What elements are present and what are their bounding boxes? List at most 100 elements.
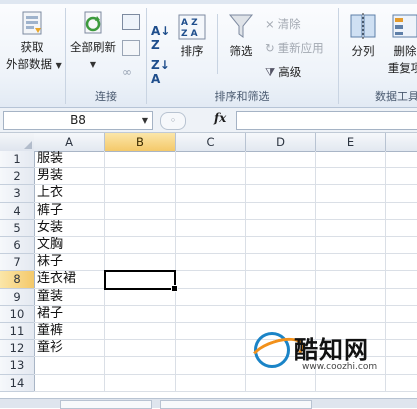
cell[interactable] (316, 219, 386, 237)
cell[interactable] (386, 237, 417, 255)
active-cell-selection[interactable] (104, 270, 178, 292)
row-header[interactable]: 9 (0, 288, 35, 306)
row-header[interactable]: 13 (0, 357, 35, 375)
cell[interactable] (105, 219, 176, 237)
row-header[interactable]: 5 (0, 219, 35, 237)
cell[interactable] (246, 202, 316, 220)
edit-links-icon[interactable]: ∞ (122, 66, 138, 78)
cell[interactable] (386, 254, 417, 272)
cell[interactable] (176, 323, 246, 341)
cell[interactable] (105, 374, 176, 392)
cell[interactable] (105, 305, 176, 323)
cell[interactable] (316, 168, 386, 186)
row-header[interactable]: 11 (0, 323, 35, 341)
cell[interactable] (105, 202, 176, 220)
cell[interactable] (386, 271, 417, 289)
cell[interactable] (246, 185, 316, 203)
select-all-button[interactable] (0, 133, 35, 152)
cell-a[interactable]: 连衣裙 (34, 271, 105, 289)
advanced-filter-button[interactable]: ⧩ 高级 (265, 64, 301, 80)
row-header[interactable]: 14 (0, 374, 35, 392)
row-header[interactable]: 8 (0, 271, 35, 289)
cell[interactable] (176, 237, 246, 255)
row-header[interactable]: 12 (0, 340, 35, 358)
clear-filter-button[interactable]: ⨯ 清除 (265, 16, 301, 32)
cell-a[interactable] (34, 357, 105, 375)
formula-bar-resize-handle[interactable]: ◦ (160, 112, 186, 130)
sort-button[interactable]: A Z Z A 排序 (173, 14, 211, 60)
cell[interactable] (105, 323, 176, 341)
cell[interactable] (246, 271, 316, 289)
cell[interactable] (316, 151, 386, 169)
cell[interactable] (176, 374, 246, 392)
filter-button[interactable]: 筛选 (223, 12, 259, 60)
cell[interactable] (176, 288, 246, 306)
column-header[interactable]: E (316, 133, 386, 152)
insert-function-icon[interactable]: fx (214, 111, 226, 125)
cell[interactable] (316, 254, 386, 272)
cell[interactable] (176, 219, 246, 237)
cell[interactable] (176, 151, 246, 169)
formula-input[interactable] (236, 111, 417, 130)
cell[interactable] (105, 151, 176, 169)
cell[interactable] (246, 168, 316, 186)
name-box[interactable]: B8 ▼ (3, 111, 153, 130)
cell[interactable] (105, 168, 176, 186)
cell[interactable] (246, 237, 316, 255)
cell[interactable] (176, 357, 246, 375)
text-to-columns-button[interactable]: 分列 (343, 12, 383, 60)
cell[interactable] (176, 185, 246, 203)
cell[interactable] (105, 340, 176, 358)
cell-a[interactable]: 童裤 (34, 323, 105, 341)
cell[interactable] (176, 168, 246, 186)
cell-a[interactable]: 童衫 (34, 340, 105, 358)
column-header[interactable]: D (246, 133, 316, 152)
row-header[interactable]: 3 (0, 185, 35, 203)
cell[interactable] (105, 357, 176, 375)
row-header[interactable]: 1 (0, 151, 35, 169)
get-external-data-button[interactable]: 获取 外部数据 ▼ (6, 10, 62, 74)
cell[interactable] (105, 237, 176, 255)
cell[interactable] (246, 288, 316, 306)
cell[interactable] (105, 185, 176, 203)
sort-asc-button[interactable]: A↓ Z (151, 24, 170, 52)
sort-desc-button[interactable]: Z↓ A (151, 58, 170, 86)
reapply-button[interactable]: ↻ 重新应用 (265, 40, 324, 56)
cell-a[interactable]: 袜子 (34, 254, 105, 272)
column-header[interactable]: A (34, 133, 105, 152)
cell[interactable] (246, 254, 316, 272)
cell-a[interactable]: 文胸 (34, 237, 105, 255)
cell[interactable] (316, 202, 386, 220)
cell[interactable] (176, 271, 246, 289)
sheet-tab[interactable] (60, 400, 152, 409)
cell[interactable] (316, 237, 386, 255)
cell[interactable] (176, 202, 246, 220)
cell[interactable] (105, 254, 176, 272)
cell[interactable] (316, 288, 386, 306)
row-header[interactable]: 2 (0, 168, 35, 186)
properties-icon[interactable] (122, 40, 140, 56)
cell-a[interactable]: 童装 (34, 288, 105, 306)
cell[interactable] (386, 151, 417, 169)
refresh-all-button[interactable]: 全部刷新 ▼ (68, 10, 118, 73)
cell[interactable] (176, 305, 246, 323)
horizontal-scrollbar[interactable] (160, 400, 312, 409)
cell[interactable] (176, 340, 246, 358)
remove-duplicates-button[interactable]: 删除 重复项 (385, 12, 417, 77)
cell-a[interactable] (34, 374, 105, 392)
row-header[interactable]: 10 (0, 305, 35, 323)
cell[interactable] (246, 151, 316, 169)
cell-a[interactable]: 裙子 (34, 305, 105, 323)
cell[interactable] (386, 185, 417, 203)
cell[interactable] (316, 185, 386, 203)
cell[interactable] (386, 203, 417, 220)
cell-a[interactable]: 女装 (34, 219, 105, 237)
cell[interactable] (105, 288, 176, 306)
column-header[interactable]: C (176, 133, 246, 152)
cell-a[interactable]: 裤子 (34, 202, 105, 220)
cell[interactable] (386, 220, 417, 237)
cell[interactable] (176, 254, 246, 272)
cell-a[interactable]: 上衣 (34, 185, 105, 203)
connections-icon[interactable] (122, 14, 140, 30)
cell[interactable] (386, 168, 417, 186)
